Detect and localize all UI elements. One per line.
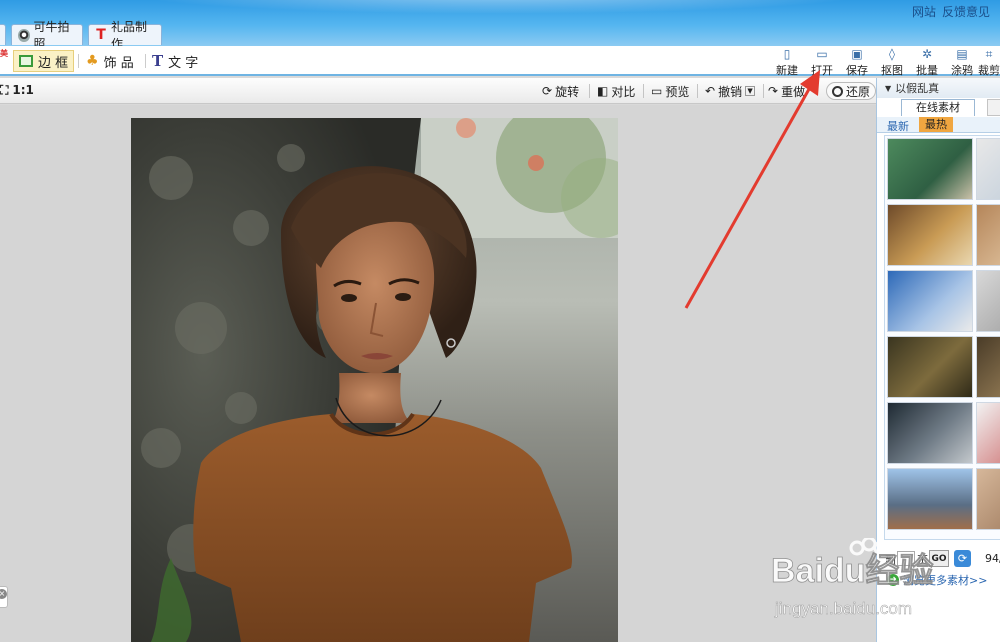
sort-hottest-tab[interactable]: 最热: [919, 117, 953, 132]
material-thumbnail[interactable]: [976, 138, 1000, 200]
material-thumbnail[interactable]: [976, 270, 1000, 332]
green-arrow-icon: ➜: [887, 574, 899, 586]
material-thumbnail[interactable]: [976, 204, 1000, 266]
panel-header[interactable]: ▼ 以假乱真: [877, 78, 1000, 98]
pagination: 到 页 GO ⟳ 94/: [877, 548, 1000, 570]
annotation-arrow: [684, 70, 820, 309]
page-info: 94/: [985, 552, 1000, 565]
browse-more-label: 浏览更多素材>>: [903, 574, 988, 587]
browse-more-link[interactable]: ➜ 浏览更多素材>>: [887, 572, 987, 588]
material-thumbnail[interactable]: [976, 336, 1000, 398]
thumbnail-grid: [884, 135, 1000, 540]
material-thumbnail[interactable]: [887, 336, 973, 398]
tab-other[interactable]: [987, 99, 1000, 116]
material-thumbnail[interactable]: [976, 402, 1000, 464]
material-thumbnail[interactable]: [887, 270, 973, 332]
page-number-input[interactable]: [897, 551, 915, 566]
material-thumbnail[interactable]: [887, 138, 973, 200]
material-thumbnail[interactable]: [887, 402, 973, 464]
refresh-icon[interactable]: ⟳: [954, 550, 971, 567]
tab-online-materials[interactable]: 在线素材: [901, 99, 975, 116]
pager-unit: 页: [917, 554, 928, 567]
material-thumbnail[interactable]: [887, 468, 973, 530]
pager-prefix: 到: [885, 554, 896, 567]
sort-tabs: 最新 最热: [877, 117, 1000, 133]
panel-title: 以假乱真: [895, 82, 940, 95]
go-button[interactable]: GO: [929, 550, 949, 567]
sort-newest-tab[interactable]: 最新: [887, 118, 909, 134]
material-thumbnail[interactable]: [976, 468, 1000, 530]
panel-tabs: 在线素材: [877, 98, 1000, 116]
material-panel: ▼ 以假乱真 在线素材 最新 最热 到 页 GO ⟳ 94/ ➜ 浏览更多素材>…: [876, 78, 1000, 642]
material-thumbnail[interactable]: [887, 204, 973, 266]
collapse-arrow-icon: ▼: [885, 83, 892, 93]
